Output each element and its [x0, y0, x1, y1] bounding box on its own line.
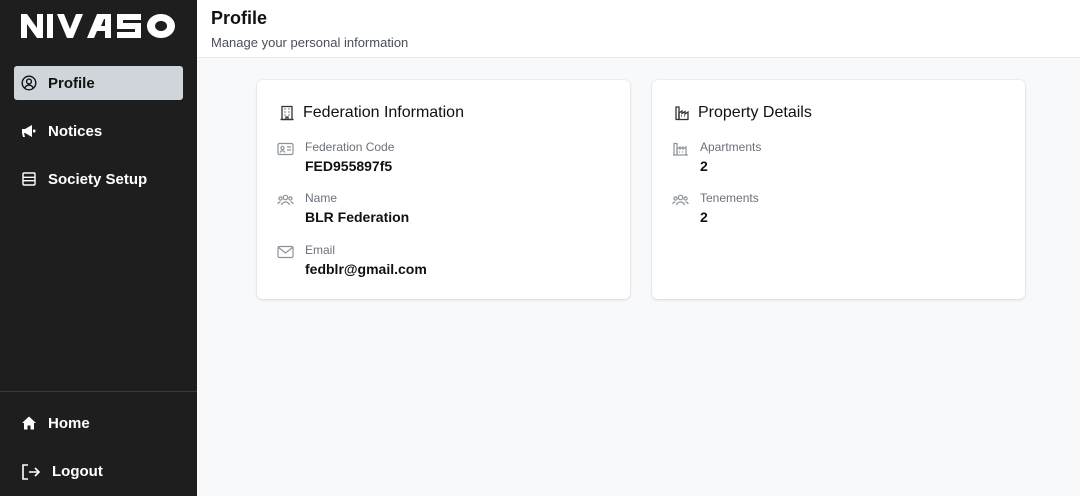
card-title-text: Property Details: [698, 104, 812, 121]
home-icon: [21, 415, 37, 431]
factory-icon: [672, 142, 689, 156]
sidebar-item-home[interactable]: Home: [14, 406, 183, 440]
field-value: FED955897f5: [305, 158, 393, 174]
field-value: 2: [700, 209, 708, 225]
list-icon: [21, 171, 37, 187]
field-label: Email: [305, 243, 336, 257]
property-details-card: Property Details Apartments 2 Tenements …: [652, 80, 1025, 299]
factory-icon: [674, 105, 690, 121]
sidebar-item-society-setup[interactable]: Society Setup: [14, 162, 183, 196]
building-icon: [279, 105, 295, 121]
card-title: Property Details: [674, 104, 812, 122]
field-value: 2: [700, 158, 708, 174]
field-label: Federation Code: [305, 140, 395, 154]
federation-info-card: Federation Information Federation Code F…: [257, 80, 630, 299]
field-value: fedblr@gmail.com: [305, 261, 427, 277]
sidebar-divider: [0, 391, 197, 392]
id-card-icon: [277, 142, 294, 156]
users-icon: [672, 193, 689, 207]
sidebar-item-notices[interactable]: Notices: [14, 114, 183, 148]
sidebar-item-profile[interactable]: Profile: [14, 66, 183, 100]
sidebar-item-label: Profile: [48, 74, 95, 92]
user-circle-icon: [21, 75, 37, 91]
page-title: Profile: [211, 8, 268, 28]
sidebar-item-label: Notices: [48, 122, 103, 140]
sidebar-item-label: Society Setup: [48, 170, 148, 188]
mail-icon: [277, 245, 294, 259]
sidebar: Profile Notices Society Setup Home Logou…: [0, 0, 197, 496]
logout-icon: [21, 463, 41, 480]
field-label: Apartments: [700, 140, 762, 154]
page-header: Profile Manage your personal information: [197, 0, 1080, 58]
users-icon: [277, 193, 294, 207]
page-subtitle: Manage your personal information: [211, 35, 409, 50]
field-value: BLR Federation: [305, 209, 410, 225]
sidebar-item-label: Home: [48, 414, 90, 432]
sidebar-item-logout[interactable]: Logout: [14, 454, 183, 488]
field-label: Name: [305, 191, 338, 205]
nivaso-logo-icon: [21, 14, 175, 38]
card-title: Federation Information: [279, 104, 464, 122]
field-label: Tenements: [700, 191, 759, 205]
megaphone-icon: [21, 123, 37, 139]
card-title-text: Federation Information: [303, 104, 464, 121]
brand-logo[interactable]: [21, 12, 177, 40]
sidebar-item-label: Logout: [52, 462, 103, 480]
